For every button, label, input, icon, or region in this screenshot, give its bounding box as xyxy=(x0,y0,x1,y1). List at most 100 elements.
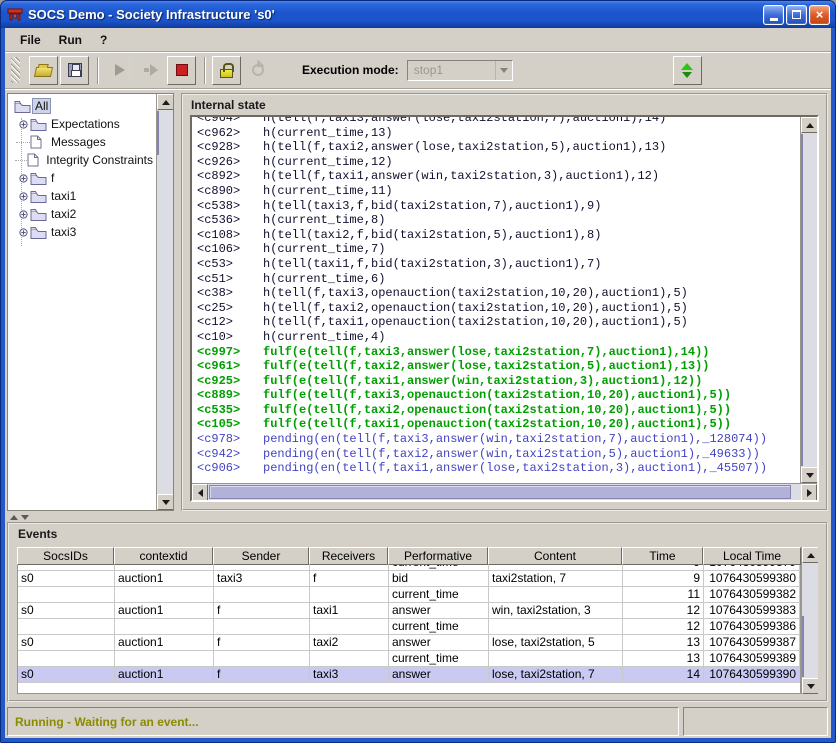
expand-icon[interactable] xyxy=(16,173,30,184)
tree-vertical-scrollbar[interactable] xyxy=(156,94,173,510)
scrollbar-track[interactable] xyxy=(802,563,818,678)
execution-mode-label: Execution mode: xyxy=(302,63,399,77)
state-line: <c925>fulf(e(tell(f,taxi1,answer(win,tax… xyxy=(197,374,800,389)
close-button[interactable]: × xyxy=(809,5,830,25)
state-line-text: fulf(e(tell(f,taxi1,answer(win,taxi2stat… xyxy=(263,374,702,388)
splitter-collapse-down-icon[interactable] xyxy=(21,515,29,520)
open-button[interactable] xyxy=(29,56,58,85)
table-row[interactable]: current_time131076430599389 xyxy=(18,651,800,667)
state-line: <c928>h(tell(f,taxi2,answer(lose,taxi2st… xyxy=(197,140,800,155)
state-line-tag: <c889> xyxy=(197,388,263,403)
column-header-sender[interactable]: Sender xyxy=(213,547,309,565)
minimize-button[interactable] xyxy=(763,5,784,25)
state-line: <c997>fulf(e(tell(f,taxi3,answer(lose,ta… xyxy=(197,345,800,360)
execution-mode-select[interactable]: stop1 xyxy=(407,60,513,81)
column-header-local-time[interactable]: Local Time xyxy=(703,547,801,565)
tree-item-f[interactable]: f xyxy=(8,169,156,187)
horizontal-splitter[interactable] xyxy=(5,513,831,522)
table-cell: taxi3 xyxy=(214,571,310,587)
scroll-down-button[interactable] xyxy=(801,467,817,483)
scrollbar-thumb[interactable] xyxy=(209,485,791,499)
tree-item-integrity-constraints[interactable]: Integrity Constraints xyxy=(8,151,156,169)
scrollbar-track[interactable] xyxy=(208,484,801,500)
tree-item-taxi3[interactable]: taxi3 xyxy=(8,223,156,241)
expand-icon[interactable] xyxy=(16,191,30,202)
menu-bar: File Run ? xyxy=(5,28,831,52)
state-line-tag: <c38> xyxy=(197,286,263,301)
minimize-icon xyxy=(770,18,778,21)
status-bar: Running - Waiting for an event... xyxy=(7,707,828,736)
step-button xyxy=(136,56,165,85)
arrow-down-icon xyxy=(806,473,814,478)
scrollbar-thumb[interactable] xyxy=(157,111,159,155)
tree-item-taxi1[interactable]: taxi1 xyxy=(8,187,156,205)
column-header-performative[interactable]: Performative xyxy=(388,547,488,565)
column-header-socsids[interactable]: SocsIDs xyxy=(17,547,114,565)
tree-item-messages[interactable]: Messages xyxy=(8,133,156,151)
folder-icon xyxy=(30,190,48,203)
scroll-up-button[interactable] xyxy=(801,117,817,133)
title-bar[interactable]: SOCS Demo - Society Infrastructure 's0' … xyxy=(1,1,835,28)
scroll-up-button[interactable] xyxy=(157,94,174,110)
menu-run[interactable]: Run xyxy=(50,30,91,50)
expand-icon[interactable] xyxy=(16,209,30,220)
splitter-collapse-up-icon[interactable] xyxy=(10,515,18,520)
scrollbar-track[interactable] xyxy=(801,133,817,467)
expand-icon[interactable] xyxy=(16,119,30,130)
scroll-left-button[interactable] xyxy=(192,484,208,501)
scrollbar-thumb[interactable] xyxy=(802,616,804,677)
column-header-contextid[interactable]: contextid xyxy=(114,547,213,565)
tree-item-label: taxi2 xyxy=(48,206,79,222)
state-horizontal-scrollbar[interactable] xyxy=(192,483,817,500)
table-row[interactable]: current_time111076430599382 xyxy=(18,587,800,603)
state-line: <c53>h(tell(taxi1,f,bid(taxi2station,3),… xyxy=(197,257,800,272)
menu-file[interactable]: File xyxy=(11,30,50,50)
tree-item-label: taxi1 xyxy=(48,188,79,204)
menu-help[interactable]: ? xyxy=(91,30,116,50)
table-row[interactable]: s0auction1ftaxi2answerlose, taxi2station… xyxy=(18,635,800,651)
tree-item-expectations[interactable]: Expectations xyxy=(8,115,156,133)
combo-dropdown-button[interactable] xyxy=(495,61,512,80)
scroll-right-button[interactable] xyxy=(801,484,817,501)
scroll-down-button[interactable] xyxy=(157,494,174,510)
vertical-splitter[interactable] xyxy=(174,93,181,511)
maximize-button[interactable] xyxy=(786,5,807,25)
tree-item-taxi2[interactable]: taxi2 xyxy=(8,205,156,223)
column-header-content[interactable]: Content xyxy=(488,547,622,565)
table-cell xyxy=(214,651,310,667)
table-cell xyxy=(489,651,623,667)
table-row[interactable]: s0auction1ftaxi3answerlose, taxi2station… xyxy=(18,667,800,683)
window-content: File Run ? Execution mode: stop1 AllExpe… xyxy=(5,28,831,738)
table-row[interactable]: current_time121076430599386 xyxy=(18,619,800,635)
scrollbar-thumb[interactable] xyxy=(801,134,803,466)
save-button[interactable] xyxy=(60,56,89,85)
scroll-up-button[interactable] xyxy=(802,547,818,563)
state-vertical-scrollbar[interactable] xyxy=(800,117,817,483)
column-header-receivers[interactable]: Receivers xyxy=(309,547,388,565)
column-header-time[interactable]: Time xyxy=(622,547,703,565)
scrollbar-track[interactable] xyxy=(157,110,173,494)
toolbar: Execution mode: stop1 xyxy=(5,52,831,89)
society-tree-panel: AllExpectationsMessagesIntegrity Constra… xyxy=(7,93,174,511)
state-line-tag: <c25> xyxy=(197,301,263,316)
internal-state-textarea[interactable]: <c964>h(tell(f,taxi3,answer(lose,taxi2st… xyxy=(190,115,819,502)
table-cell: answer xyxy=(389,667,489,683)
sync-button[interactable] xyxy=(673,56,702,85)
table-row[interactable]: s0auction1taxi3fbidtaxi2station, 7910764… xyxy=(18,571,800,587)
table-cell: s0 xyxy=(18,667,115,683)
scroll-down-button[interactable] xyxy=(802,678,818,694)
expand-icon[interactable] xyxy=(16,227,30,238)
lock-button[interactable] xyxy=(212,56,241,85)
table-cell: taxi3 xyxy=(310,667,389,683)
state-line-tag: <c892> xyxy=(197,169,263,184)
table-row[interactable]: s0auction1ftaxi1answerwin, taxi2station,… xyxy=(18,603,800,619)
state-line-tag: <c926> xyxy=(197,155,263,170)
state-line-tag: <c925> xyxy=(197,374,263,389)
state-line-text: pending(en(tell(f,taxi2,answer(win,taxi2… xyxy=(263,447,760,461)
state-line: <c942>pending(en(tell(f,taxi2,answer(win… xyxy=(197,447,800,462)
stop-button[interactable] xyxy=(167,56,196,85)
events-vertical-scrollbar[interactable] xyxy=(801,547,818,694)
toolbar-grip[interactable] xyxy=(11,57,20,83)
tree-item-all[interactable]: All xyxy=(8,97,156,115)
status-secondary-cell xyxy=(683,707,828,736)
